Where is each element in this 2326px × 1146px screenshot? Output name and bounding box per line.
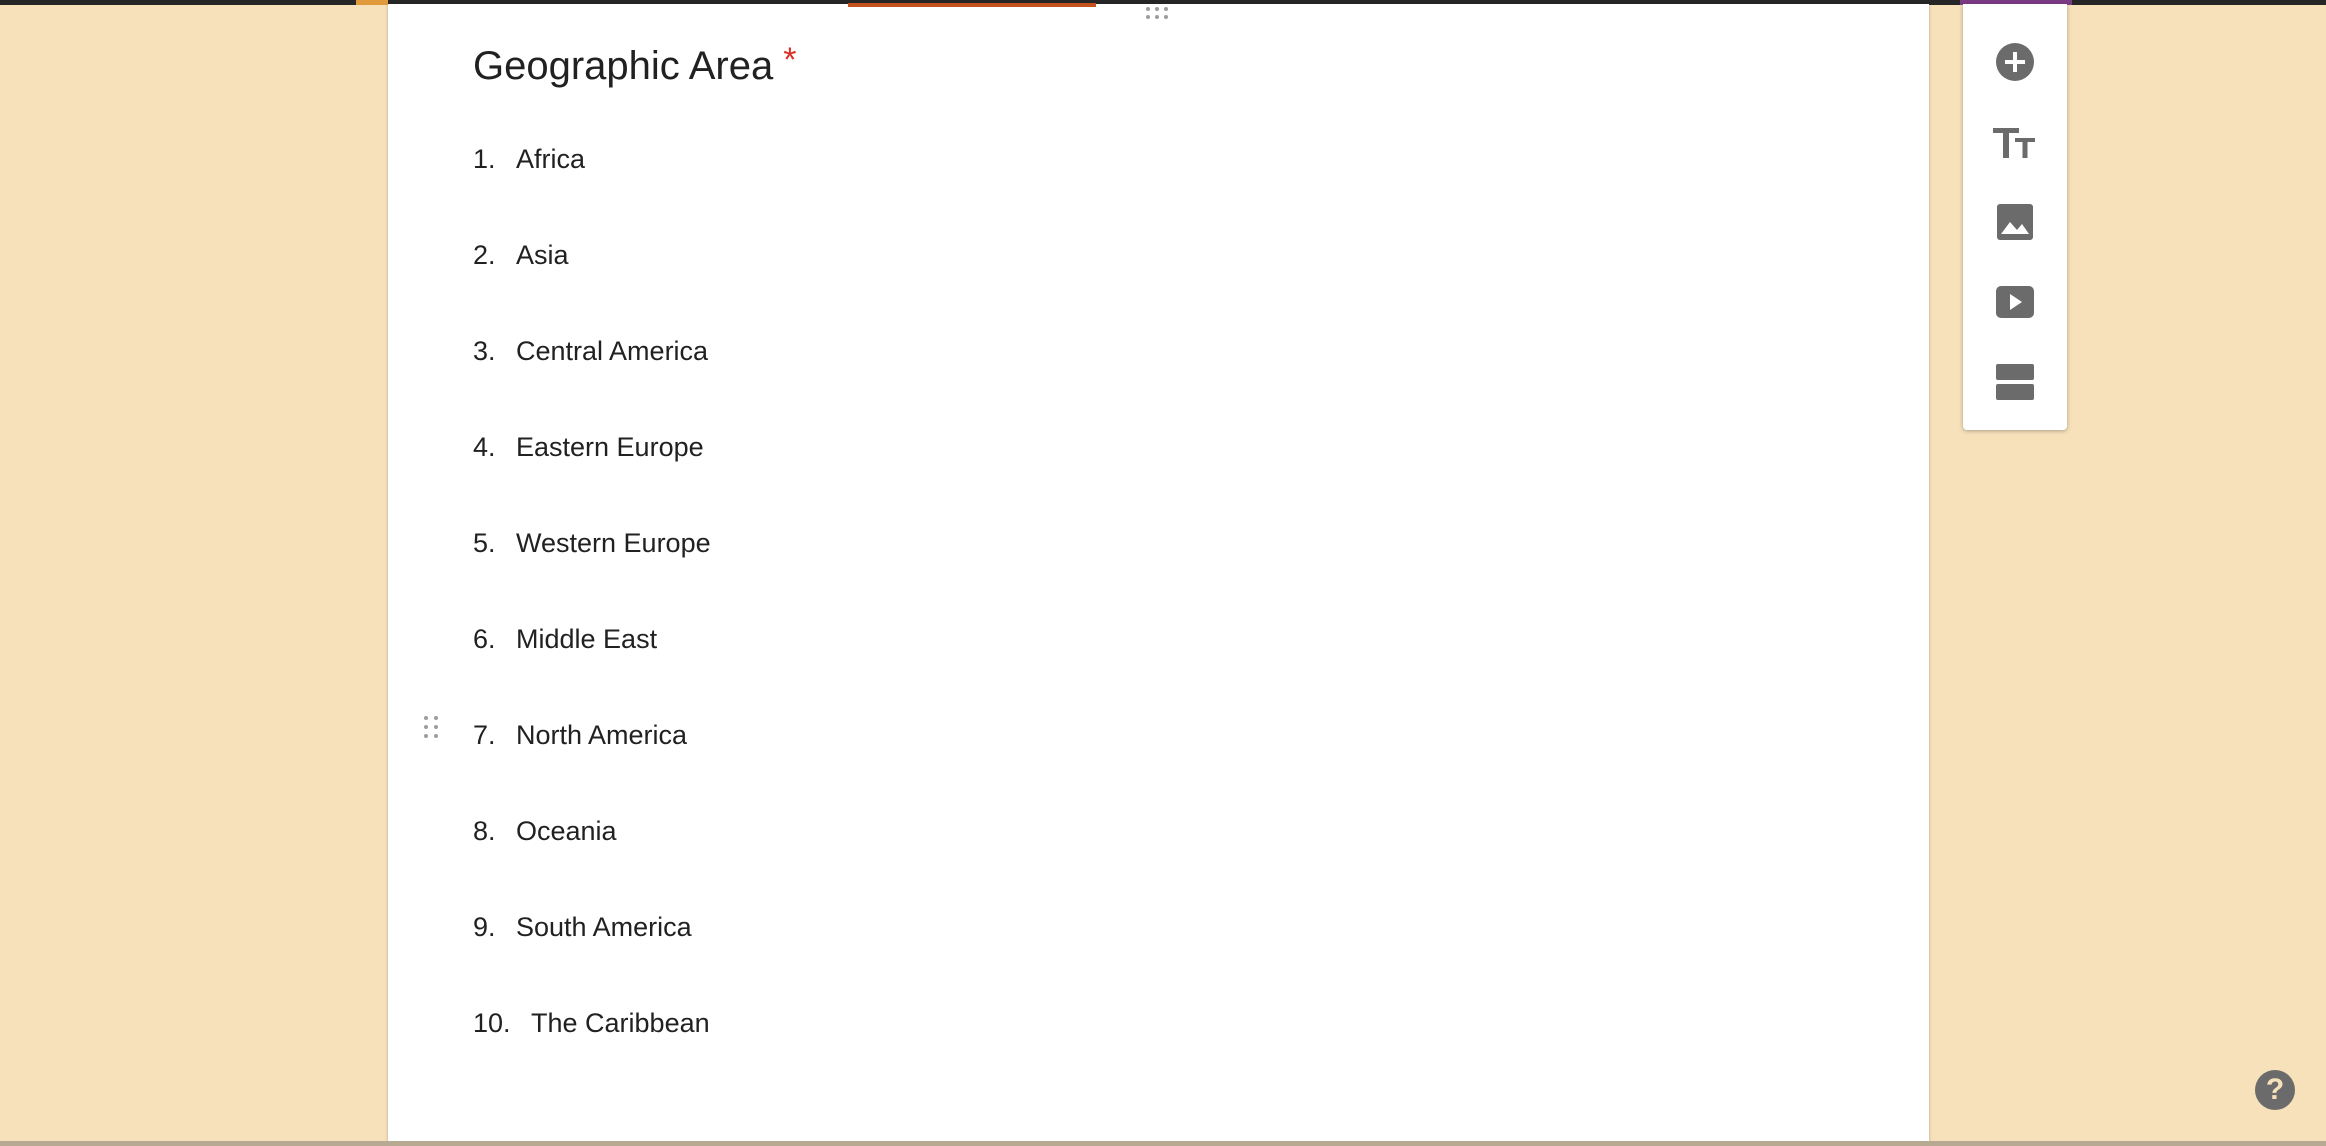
add-question-icon — [1996, 43, 2034, 81]
option-number: 7. — [473, 720, 496, 750]
options-list: 1. Africa 2. Asia 3. Central America 4. … — [473, 134, 711, 1094]
option-label[interactable]: Eastern Europe — [516, 422, 704, 472]
option-label[interactable]: Asia — [516, 230, 569, 280]
list-item[interactable]: 2. Asia — [473, 230, 711, 326]
question-card[interactable]: Geographic Area * 1. Africa 2. Asia 3. C… — [388, 3, 1929, 1146]
image-icon — [1997, 204, 2033, 240]
option-drag-handle-icon[interactable] — [424, 716, 438, 738]
add-video-button[interactable] — [1989, 276, 2041, 328]
option-label[interactable]: Middle East — [516, 614, 657, 664]
list-item[interactable]: 9. South America — [473, 902, 711, 998]
list-item[interactable]: 3. Central America — [473, 326, 711, 422]
option-label[interactable]: South America — [516, 902, 692, 952]
list-item[interactable]: 8. Oceania — [473, 806, 711, 902]
option-number: 5. — [473, 528, 496, 558]
option-label[interactable]: Africa — [516, 134, 585, 184]
active-tab-indicator — [848, 3, 1096, 7]
option-label[interactable]: Central America — [516, 326, 708, 376]
bottom-strip — [0, 1141, 2326, 1146]
section-icon — [1996, 364, 2034, 400]
option-label[interactable]: North America — [516, 710, 687, 760]
help-button[interactable]: ? — [2255, 1070, 2295, 1110]
floating-toolbar — [1963, 4, 2067, 430]
video-icon — [1996, 286, 2034, 318]
option-number: 2. — [473, 240, 496, 270]
option-label[interactable]: Western Europe — [516, 518, 711, 568]
list-item[interactable]: 6. Middle East — [473, 614, 711, 710]
add-section-button[interactable] — [1989, 356, 2041, 408]
required-asterisk: * — [783, 41, 797, 79]
add-question-button[interactable] — [1989, 36, 2041, 88]
option-number: 3. — [473, 336, 496, 366]
top-strip-accent — [356, 0, 388, 5]
list-item[interactable]: 10. The Caribbean — [473, 998, 711, 1094]
question-header: Geographic Area * — [473, 40, 796, 92]
option-number: 9. — [473, 912, 496, 942]
list-item[interactable]: 4. Eastern Europe — [473, 422, 711, 518]
option-number: 1. — [473, 144, 496, 174]
list-item[interactable]: 1. Africa — [473, 134, 711, 230]
question-title: Geographic Area — [473, 44, 774, 88]
list-item[interactable]: 5. Western Europe — [473, 518, 711, 614]
list-item[interactable]: 7. North America — [473, 710, 711, 806]
card-drag-handle-icon[interactable] — [1146, 7, 1168, 19]
option-number: 10. — [473, 1008, 511, 1038]
option-number: 6. — [473, 624, 496, 654]
option-number: 8. — [473, 816, 496, 846]
title-text-icon — [1993, 128, 2035, 158]
option-label[interactable]: The Caribbean — [531, 998, 710, 1048]
option-number: 4. — [473, 432, 496, 462]
add-title-button[interactable] — [1989, 116, 2041, 168]
option-label[interactable]: Oceania — [516, 806, 617, 856]
add-image-button[interactable] — [1989, 196, 2041, 248]
